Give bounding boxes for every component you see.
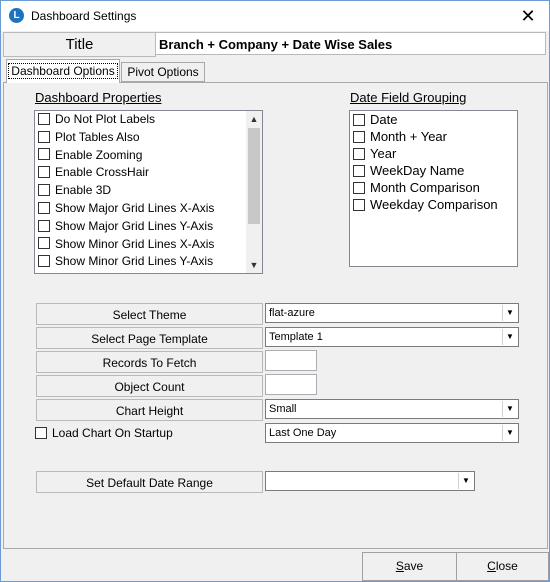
list-item-label: Show Major Grid Lines Y-Axis	[55, 218, 214, 233]
list-item[interactable]: Enable CrossHair	[35, 164, 262, 182]
list-item-label: Weekday Comparison	[370, 197, 498, 212]
list-item-label: Enable 3D	[55, 183, 112, 198]
chevron-down-icon[interactable]: ▼	[502, 425, 517, 441]
checkbox[interactable]	[38, 166, 50, 179]
checkbox[interactable]	[35, 426, 47, 439]
close-button[interactable]: Close	[456, 552, 549, 581]
select-theme-label: Select Theme	[36, 303, 263, 325]
chevron-down-icon[interactable]: ▼	[458, 473, 473, 489]
list-item[interactable]: Date	[350, 111, 517, 128]
list-item[interactable]: Enable 3D	[35, 182, 262, 200]
chart-height-value: Small	[269, 403, 297, 415]
checkbox[interactable]	[353, 147, 365, 160]
tab-dashboard-options-label: Dashboard Options	[8, 63, 118, 79]
tab-dashboard-options[interactable]: Dashboard Options	[6, 59, 120, 83]
list-item-label: Year	[370, 146, 397, 161]
list-item-label: Month Comparison	[370, 180, 480, 195]
list-item[interactable]: Show Major Grid Lines Y-Axis	[35, 218, 262, 236]
checkbox[interactable]	[353, 181, 365, 194]
chart-height-dropdown[interactable]: Small ▼	[265, 399, 519, 419]
select-page-template-label: Select Page Template	[36, 327, 263, 349]
list-item-label: Month + Year	[370, 129, 447, 144]
list-item-label: Do Not Plot Labels	[55, 112, 156, 126]
title-bar: L Dashboard Settings ✕	[1, 1, 549, 31]
checkbox[interactable]	[38, 130, 50, 143]
list-item-label: Plot Tables Also	[55, 129, 140, 144]
close-label: lose	[495, 559, 518, 573]
checkbox[interactable]	[38, 219, 50, 232]
checkbox[interactable]	[38, 201, 50, 214]
list-item[interactable]: Do Not Plot Labels	[35, 111, 262, 129]
save-mnemonic: S	[395, 559, 404, 573]
list-item-label: Enable CrossHair	[55, 165, 150, 180]
checkbox[interactable]	[38, 255, 50, 268]
scroll-up-icon[interactable]: ▲	[246, 111, 262, 127]
load-chart-on-startup-checkbox[interactable]: Load Chart On Startup	[35, 426, 173, 440]
load-chart-range-dropdown[interactable]: Last One Day ▼	[265, 423, 519, 443]
tab-pivot-options[interactable]: Pivot Options	[121, 62, 205, 82]
select-theme-dropdown[interactable]: flat-azure ▼	[265, 303, 519, 323]
set-default-date-range-label: Set Default Date Range	[36, 471, 263, 493]
list-item[interactable]: Plot Tables Also	[35, 129, 262, 147]
list-item-label: WeekDay Name	[370, 163, 465, 178]
checkbox[interactable]	[353, 113, 365, 126]
close-icon[interactable]: ✕	[513, 3, 543, 29]
list-item[interactable]: Enable Zooming	[35, 147, 262, 165]
checkbox[interactable]	[38, 184, 50, 197]
list-item-label: Show Minor Grid Lines Y-Axis	[55, 254, 214, 269]
checkbox[interactable]	[353, 130, 365, 143]
object-count-label: Object Count	[36, 375, 263, 397]
list-item[interactable]: WeekDay Name	[350, 162, 517, 179]
chevron-down-icon[interactable]: ▼	[502, 401, 517, 417]
date-field-grouping-heading: Date Field Grouping	[350, 90, 467, 105]
list-item-label: Enable Zooming	[55, 147, 143, 162]
date-field-grouping-list[interactable]: Date Month + Year Year WeekDay Name Mont…	[349, 110, 518, 267]
load-chart-range-value: Last One Day	[269, 427, 337, 439]
save-button[interactable]: Save	[362, 552, 457, 581]
list-item[interactable]: Show Minor Grid Lines Y-Axis	[35, 253, 262, 271]
list-item[interactable]: Show Major Grid Lines X-Axis	[35, 200, 262, 218]
list-item[interactable]: Month Comparison	[350, 179, 517, 196]
list-item-label: Show Major Grid Lines X-Axis	[55, 200, 215, 215]
list-item[interactable]: Weekday Comparison	[350, 196, 517, 213]
chart-height-label: Chart Height	[36, 399, 263, 421]
checkbox[interactable]	[38, 237, 50, 250]
app-icon: L	[9, 8, 24, 23]
dashboard-properties-heading: Dashboard Properties	[35, 90, 162, 105]
list-item-label: Date	[370, 112, 398, 127]
chevron-down-icon[interactable]: ▼	[502, 329, 517, 345]
title-input[interactable]: Branch + Company + Date Wise Sales	[155, 32, 546, 55]
load-chart-on-startup-label: Load Chart On Startup	[52, 426, 173, 440]
tab-panel-dashboard-options: Dashboard Properties Do Not Plot Labels …	[3, 82, 548, 549]
list-item[interactable]: Year	[350, 145, 517, 162]
object-count-input[interactable]	[265, 374, 317, 395]
dashboard-properties-list[interactable]: Do Not Plot Labels Plot Tables Also Enab…	[34, 110, 263, 274]
list-item[interactable]: Show Minor Grid Lines X-Axis	[35, 236, 262, 254]
list-item[interactable]: Month + Year	[350, 128, 517, 145]
checkbox[interactable]	[38, 148, 50, 161]
scroll-down-icon[interactable]: ▼	[246, 257, 262, 273]
select-page-template-dropdown[interactable]: Template 1 ▼	[265, 327, 519, 347]
close-mnemonic: C	[487, 559, 496, 573]
select-page-template-value: Template 1	[269, 331, 323, 343]
records-to-fetch-input[interactable]	[265, 350, 317, 371]
save-label: ave	[403, 559, 424, 573]
select-theme-value: flat-azure	[269, 307, 315, 319]
set-default-date-range-dropdown[interactable]: ▼	[265, 471, 475, 491]
checkbox[interactable]	[38, 112, 50, 125]
list-item-label: Show Minor Grid Lines X-Axis	[55, 236, 215, 251]
scroll-thumb[interactable]	[248, 128, 260, 224]
dashboard-settings-window: L Dashboard Settings ✕ Title Branch + Co…	[0, 0, 550, 582]
checkbox[interactable]	[353, 164, 365, 177]
title-label: Title	[3, 32, 156, 57]
checkbox[interactable]	[353, 198, 365, 211]
vertical-scrollbar[interactable]: ▲ ▼	[246, 111, 262, 273]
chevron-down-icon[interactable]: ▼	[502, 305, 517, 321]
records-to-fetch-label: Records To Fetch	[36, 351, 263, 373]
window-title: Dashboard Settings	[31, 9, 137, 23]
